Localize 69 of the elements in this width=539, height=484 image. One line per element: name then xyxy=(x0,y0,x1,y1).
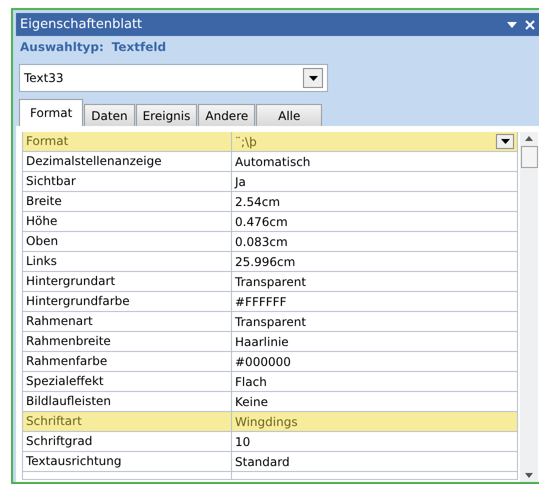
property-row[interactable]: Schriftgrad 10 xyxy=(22,432,518,452)
property-name: Spezialeffekt xyxy=(22,372,232,391)
property-value: #FFFFFF xyxy=(235,294,286,308)
close-icon[interactable] xyxy=(525,20,535,30)
property-value: 10 xyxy=(235,434,250,448)
property-name: Breite xyxy=(22,192,232,211)
property-value: Keine xyxy=(235,394,268,408)
property-name: Rahmenart xyxy=(22,312,232,331)
property-name: Schriftart xyxy=(22,412,232,431)
property-row[interactable]: Breite 2.54cm xyxy=(22,192,518,212)
object-dropdown[interactable]: Text33 xyxy=(19,64,328,92)
property-value: 0.083cm xyxy=(235,234,288,248)
property-row[interactable]: Oben 0.083cm xyxy=(22,232,518,252)
dropdown-icon[interactable] xyxy=(507,20,517,28)
caret-icon xyxy=(308,76,318,80)
property-name: Dezimalstellenanzeige xyxy=(22,152,232,171)
property-row[interactable]: Sichtbar Ja xyxy=(22,172,518,192)
property-value: Ja xyxy=(235,174,246,188)
property-row[interactable]: Format ¨;\þ xyxy=(22,132,518,152)
property-name: Hintergrundart xyxy=(22,272,232,291)
property-row[interactable]: Schriftart Wingdings xyxy=(22,412,518,432)
property-value: #000000 xyxy=(235,354,291,368)
property-row[interactable]: Links 25.996cm xyxy=(22,252,518,272)
property-row[interactable]: Rahmenbreite Haarlinie xyxy=(22,332,518,352)
property-name: Bildlaufleisten xyxy=(22,392,232,411)
tab[interactable]: Daten xyxy=(84,104,135,126)
tab[interactable]: Format xyxy=(19,99,84,126)
property-name: Höhe xyxy=(22,212,232,231)
property-value: Wingdings xyxy=(235,414,298,428)
dropdown-button[interactable] xyxy=(496,134,514,149)
property-name: Rahmenfarbe xyxy=(22,352,232,371)
property-value: 2.54cm xyxy=(235,194,280,208)
property-value: 25.996cm xyxy=(235,254,296,268)
tab[interactable]: Andere xyxy=(198,104,256,126)
property-row[interactable]: Rahmenfarbe #000000 xyxy=(22,352,518,372)
property-name: Rahmenbreite xyxy=(22,332,232,351)
property-row[interactable]: Höhe 0.476cm xyxy=(22,212,518,232)
tab[interactable]: Alle xyxy=(256,104,322,126)
property-name: Textausrichtung xyxy=(22,452,232,471)
scroll-down-icon[interactable] xyxy=(525,473,533,478)
property-row[interactable]: Spezialeffekt Flach xyxy=(22,372,518,392)
selection-type-label: Auswahltyp: xyxy=(20,40,104,54)
property-row[interactable]: Hintergrundart Transparent xyxy=(22,272,518,292)
property-value: Haarlinie xyxy=(235,334,289,348)
property-value: Standard xyxy=(235,454,290,468)
property-value: Transparent xyxy=(235,314,306,328)
window-title: Eigenschaftenblatt xyxy=(20,17,144,32)
selection-type-value: Textfeld xyxy=(112,40,166,54)
dropdown-button[interactable] xyxy=(303,68,323,88)
property-value: Transparent xyxy=(235,274,306,288)
property-row[interactable]: Hintergrundfarbe #FFFFFF xyxy=(22,292,518,312)
scroll-up-icon[interactable] xyxy=(525,136,533,141)
scrollbar[interactable] xyxy=(520,132,538,482)
property-name: Hintergrundfarbe xyxy=(22,292,232,311)
property-name: Links xyxy=(22,252,232,271)
property-name: Format xyxy=(22,132,232,151)
scroll-thumb[interactable] xyxy=(520,146,538,168)
property-row[interactable]: Rahmenart Transparent xyxy=(22,312,518,332)
property-value: Flach xyxy=(235,374,267,388)
property-row[interactable]: Textausrichtung Standard xyxy=(22,452,518,472)
property-name: Oben xyxy=(22,232,232,251)
property-name: Sichtbar xyxy=(22,172,232,191)
property-value: ¨;\þ xyxy=(235,134,257,148)
property-value: Automatisch xyxy=(235,154,310,168)
tab[interactable]: Ereignis xyxy=(136,104,198,126)
property-row[interactable]: Dezimalstellenanzeige Automatisch xyxy=(22,152,518,172)
caret-icon xyxy=(500,139,510,144)
property-value: 0.476cm xyxy=(235,214,288,228)
property-name: Schriftgrad xyxy=(22,432,232,451)
